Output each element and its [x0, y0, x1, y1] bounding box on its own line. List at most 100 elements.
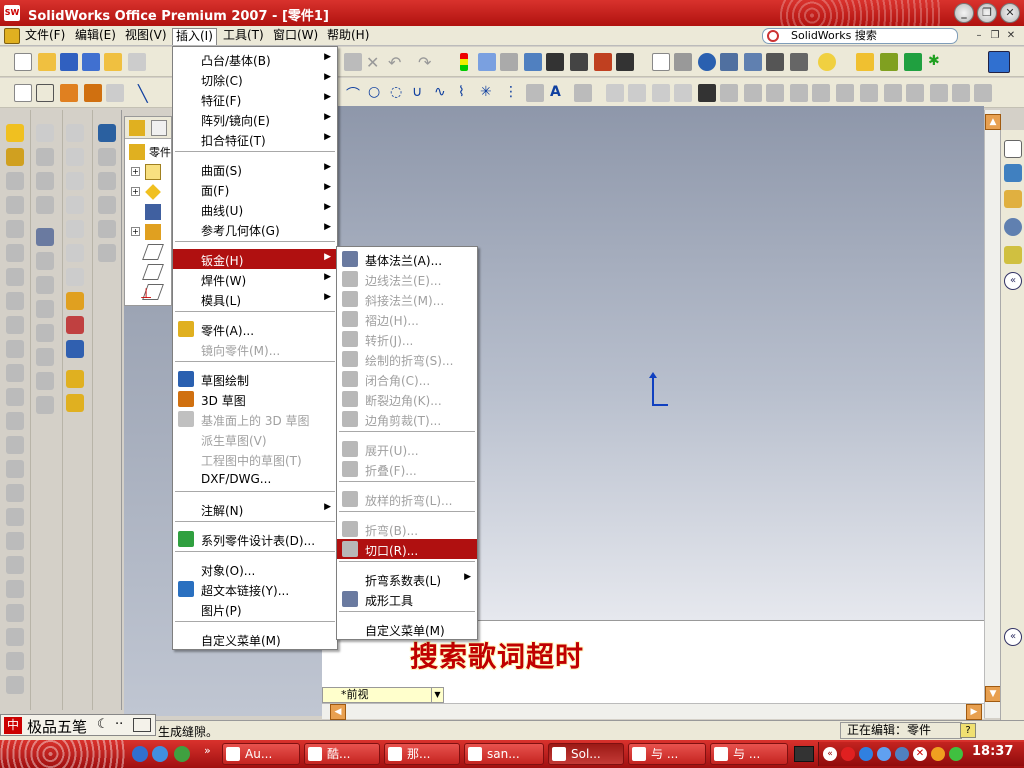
- scroll-down-icon[interactable]: ▼: [985, 686, 1001, 702]
- insert-menu-item[interactable]: 工程图中的草图(T): [173, 449, 337, 469]
- filter-icon[interactable]: [674, 53, 692, 71]
- sheetmetal-menu-item[interactable]: 绘制的折弯(S)...: [337, 349, 477, 369]
- taskbar-button-6[interactable]: 与 ...: [628, 743, 706, 765]
- insert-menu-item[interactable]: 阵列/镜向(E) ▶: [173, 109, 337, 129]
- point-icon[interactable]: ✱: [928, 53, 946, 71]
- quicklaunch-app-icon[interactable]: [174, 746, 190, 762]
- revolve-boss-icon[interactable]: [6, 148, 24, 166]
- tray-display-icon[interactable]: [895, 747, 909, 761]
- split-body-icon[interactable]: [6, 652, 24, 670]
- table-icon[interactable]: [616, 53, 634, 71]
- axis-icon[interactable]: [904, 53, 922, 71]
- expand-icon[interactable]: +: [131, 227, 140, 236]
- move-body-icon[interactable]: [6, 676, 24, 694]
- sheetmetal-menu-item[interactable]: 褶边(H)...: [337, 309, 477, 329]
- tray-antivirus-icon[interactable]: [841, 747, 855, 761]
- cut-icon[interactable]: ✕: [366, 53, 384, 72]
- cube-hidden-icon[interactable]: [66, 244, 84, 262]
- indent-icon[interactable]: [6, 604, 24, 622]
- expand-icon[interactable]: +: [131, 187, 140, 196]
- taskbar-button-2[interactable]: 酷...: [304, 743, 380, 765]
- offset-icon[interactable]: [652, 84, 670, 102]
- wrap-icon[interactable]: [6, 532, 24, 550]
- solidworks-logo-icon[interactable]: [4, 28, 20, 44]
- dome-icon[interactable]: [6, 508, 24, 526]
- sketched-bend-icon[interactable]: [36, 348, 54, 366]
- col4-icon-3[interactable]: [98, 172, 116, 190]
- arc-icon[interactable]: ⌒: [346, 84, 364, 103]
- fillet-icon[interactable]: [606, 84, 624, 102]
- insert-menu-item[interactable]: 镜向零件(M)...: [173, 339, 337, 359]
- sketch-text-icon[interactable]: A: [550, 84, 568, 102]
- cut-thicken-icon[interactable]: [6, 340, 24, 358]
- sheetmetal-menu-item[interactable]: 折弯(B)...: [337, 519, 477, 539]
- options-icon[interactable]: [500, 53, 518, 71]
- insert-menu-item[interactable]: 曲面(S) ▶: [173, 159, 337, 179]
- quicklaunch-browser-icon[interactable]: [132, 746, 148, 762]
- sheetmetal-menu-item[interactable]: 切口(R)...: [337, 539, 477, 559]
- tray-expand-icon[interactable]: «: [823, 747, 837, 761]
- relations-icon[interactable]: [974, 84, 992, 102]
- horizontal-scrollbar[interactable]: ◀ ▶: [322, 703, 984, 720]
- sheetmetal-menu-item[interactable]: 转折(J)...: [337, 329, 477, 349]
- loft-icon[interactable]: [6, 196, 24, 214]
- col4-icon-6[interactable]: [98, 244, 116, 262]
- surface-extrude-icon[interactable]: [36, 148, 54, 166]
- sheetmetal-menu-item[interactable]: 展开(U)...: [337, 439, 477, 459]
- draft-icon[interactable]: [6, 460, 24, 478]
- split-icon[interactable]: [744, 84, 762, 102]
- col4-icon-4[interactable]: [98, 196, 116, 214]
- scroll-right-icon[interactable]: ▶: [966, 704, 982, 720]
- extrude-boss-icon[interactable]: [6, 124, 24, 142]
- menu-tools[interactable]: 工具(T): [220, 28, 267, 45]
- scroll-up-icon[interactable]: ▲: [985, 114, 1001, 130]
- cube-edge-icon[interactable]: [66, 268, 84, 286]
- tray-muted-icon[interactable]: ✕: [913, 747, 927, 761]
- zoom-fit-icon[interactable]: [720, 53, 738, 71]
- insert-menu-item[interactable]: 3D 草图: [173, 389, 337, 409]
- tree-item-top-plane[interactable]: [129, 263, 173, 281]
- search-input[interactable]: SolidWorks 搜索: [762, 28, 958, 44]
- deform-icon[interactable]: [6, 580, 24, 598]
- help-icon[interactable]: [818, 53, 836, 71]
- flex-icon[interactable]: [6, 556, 24, 574]
- tree-item-annotations[interactable]: +: [129, 163, 173, 181]
- centerline-icon[interactable]: ⋮: [504, 84, 522, 102]
- start-button[interactable]: [0, 740, 126, 768]
- jog-bend-icon[interactable]: [36, 324, 54, 342]
- col4-icon-2[interactable]: [98, 148, 116, 166]
- status-help-icon[interactable]: ?: [960, 723, 976, 738]
- ellipse-icon[interactable]: ○: [368, 84, 386, 102]
- cut-loft-icon[interactable]: [6, 316, 24, 334]
- spline-icon[interactable]: ∿: [434, 84, 452, 102]
- thicken-icon[interactable]: [6, 220, 24, 238]
- grid-icon[interactable]: [524, 53, 542, 71]
- quicklaunch-more-icon[interactable]: »: [204, 744, 211, 757]
- sheetmetal-menu-item[interactable]: 基体法兰(A)...: [337, 249, 477, 269]
- insert-menu-item[interactable]: 基准面上的 3D 草图: [173, 409, 337, 429]
- move-icon[interactable]: [836, 84, 854, 102]
- open-icon[interactable]: [38, 53, 56, 71]
- undo-icon[interactable]: ↶: [388, 53, 406, 72]
- trim-icon[interactable]: [698, 84, 716, 102]
- ime-logo-icon[interactable]: 中: [4, 717, 22, 734]
- restore-icon[interactable]: ❐: [977, 3, 997, 23]
- cube-section-icon[interactable]: [66, 220, 84, 238]
- extend-icon[interactable]: [720, 84, 738, 102]
- break-corner-icon[interactable]: [36, 396, 54, 414]
- insert-menu-item[interactable]: 面(F) ▶: [173, 179, 337, 199]
- add-relation-icon[interactable]: [66, 316, 84, 334]
- fillet-feature-icon[interactable]: [6, 364, 24, 382]
- camera-icon[interactable]: [570, 53, 588, 71]
- shell-icon[interactable]: [6, 436, 24, 454]
- cube-outline-icon[interactable]: [66, 172, 84, 190]
- insert-menu-item[interactable]: 图片(P): [173, 599, 337, 619]
- delete-icon[interactable]: [344, 53, 362, 71]
- open-folder-icon[interactable]: [104, 53, 122, 71]
- cube-col3-icon[interactable]: [66, 148, 84, 166]
- reference-plane-icon[interactable]: [66, 394, 84, 412]
- sheetmetal-menu-item[interactable]: 断裂边角(K)...: [337, 389, 477, 409]
- select-icon[interactable]: [14, 84, 32, 102]
- tray-app-icon[interactable]: [931, 747, 945, 761]
- convert-entities-icon[interactable]: [674, 84, 692, 102]
